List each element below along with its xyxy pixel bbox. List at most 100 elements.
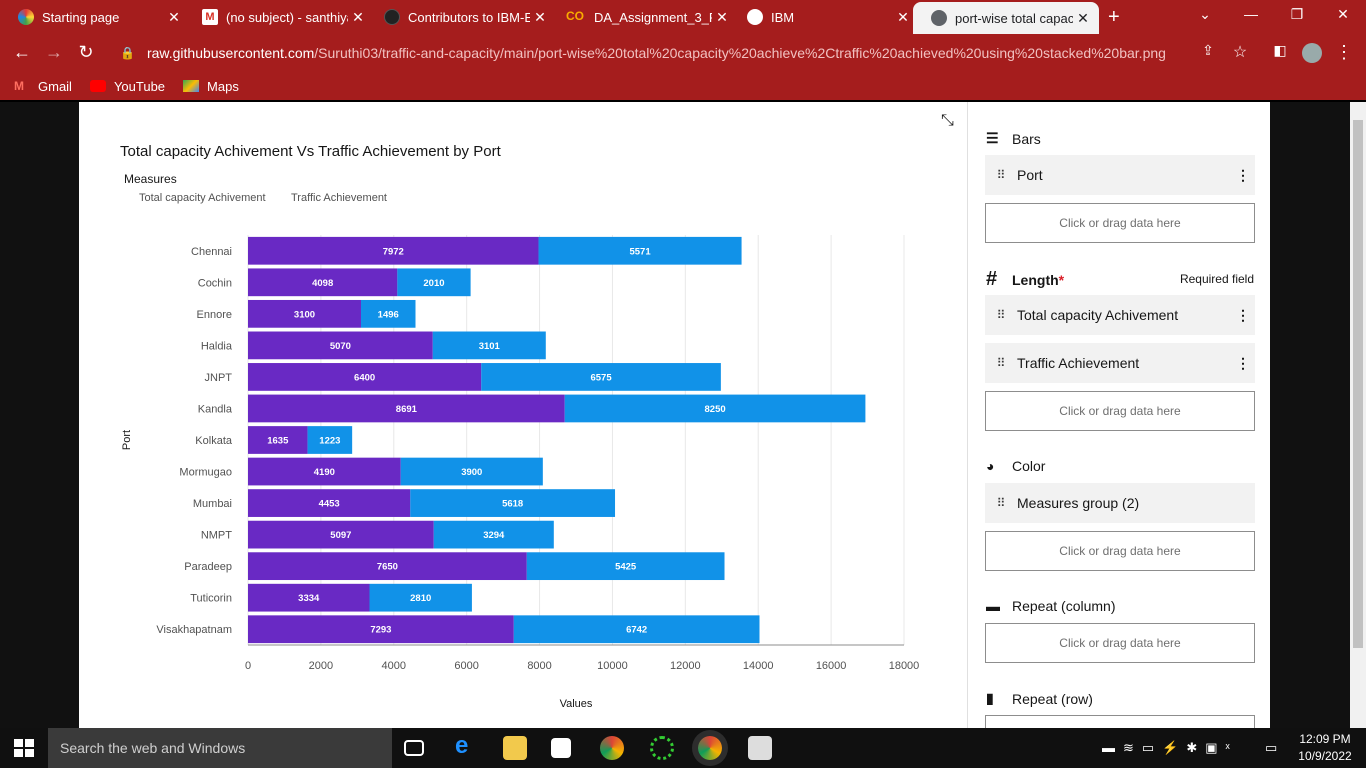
x-tick-label: 8000 [527,660,551,672]
bookmark-gmail[interactable]: M Gmail [14,79,72,94]
length-drop-zone[interactable]: Click or drag data here [985,391,1255,431]
y-tick-label: Tuticorin [190,593,232,605]
globe-icon [931,10,947,26]
back-arrow-icon[interactable]: ← [10,42,34,63]
data-label: 8691 [396,404,418,415]
data-label: 2810 [410,593,431,604]
tab-colab[interactable]: CO DA_Assignment_3_Pyt ✕ [548,0,738,34]
data-label: 3294 [483,530,505,541]
tab-search-icon[interactable]: ⌄ [1190,6,1220,23]
chrome-active-icon[interactable] [698,736,722,760]
y-tick-label: JNPT [205,372,233,384]
hash-icon: # [986,268,998,290]
new-tab-button[interactable]: + [1108,6,1120,29]
lock-icon: 🔒 [120,46,135,60]
data-label: 3100 [294,309,315,320]
spinner-app-icon[interactable] [650,736,674,760]
overflow-menu-icon[interactable]: ⋮ [1231,355,1255,372]
app-icon[interactable] [748,736,772,760]
restore-icon[interactable]: ❐ [1282,6,1312,23]
minimize-icon[interactable]: — [1236,6,1266,22]
length-item-capacity[interactable]: ⠿ Total capacity Achivement ⋮ [985,295,1255,335]
edge-icon[interactable]: e [455,732,479,759]
color-item-measures[interactable]: ⠿ Measures group (2) [985,483,1255,523]
bars-item-port[interactable]: ⠿ Port ⋮ [985,155,1255,195]
y-tick-label: Ennore [197,309,232,321]
page-content: ⤡ Total capacity Achivement Vs Traffic A… [0,102,1366,735]
palette-icon: ◕ [986,458,995,474]
share-icon[interactable]: ⇪ [1196,42,1220,59]
y-tick-label: Mumbai [193,498,232,510]
bar-chart: 0 2000 4000 6000 8000 10000 12000 14000 16000 180… [121,235,920,710]
data-label: 6400 [354,372,375,383]
repeat-row-icon: ▮ [986,690,994,706]
language-icon[interactable]: ▭ [1265,740,1277,756]
data-label: 1635 [267,436,289,447]
x-tick-label: 16000 [816,660,847,672]
chart-config-panel: ☰ Bars ⠿ Port ⋮ Click or drag data here … [967,102,1270,735]
x-tick-label: 4000 [382,660,406,672]
data-label: 4098 [312,278,333,289]
avatar[interactable] [1302,43,1322,63]
rainbow-icon [18,9,34,25]
color-section-header: ◕ Color [986,458,1046,474]
data-label: 1496 [378,309,399,320]
close-tab-icon[interactable]: ✕ [164,9,184,26]
tab-github[interactable]: Contributors to IBM-E ✕ [366,0,556,34]
chrome-icon[interactable] [600,736,624,760]
address-bar[interactable]: 🔒 raw.githubusercontent.com/Suruthi03/tr… [110,39,1260,67]
bookmark-star-icon[interactable]: ☆ [1228,42,1252,62]
length-item-traffic[interactable]: ⠿ Traffic Achievement ⋮ [985,343,1255,383]
task-view-icon[interactable] [404,740,424,756]
data-label: 6742 [626,625,647,636]
data-label: 5425 [615,562,637,573]
forward-arrow-icon[interactable]: → [42,42,66,63]
close-window-icon[interactable]: ✕ [1328,6,1358,23]
length-section-header: # Length * [986,268,1065,290]
bookmark-youtube[interactable]: YouTube [89,79,165,94]
youtube-icon [89,80,106,92]
page-scrollbar[interactable] [1350,102,1366,728]
x-tick-label: 12000 [670,660,701,672]
bookmark-maps[interactable]: Maps [183,79,239,94]
data-label: 5618 [502,499,523,510]
tab-port-wise[interactable]: port-wise total capacit ✕ [913,2,1099,34]
drag-handle-icon[interactable]: ⠿ [985,496,1017,510]
drag-handle-icon[interactable]: ⠿ [985,356,1017,370]
colab-icon: CO [566,9,584,23]
reload-icon[interactable]: ↻ [74,42,98,63]
repeat-column-header: ▬ Repeat (column) [986,598,1116,614]
y-tick-label: Mormugao [179,467,232,479]
drag-handle-icon[interactable]: ⠿ [985,308,1017,322]
tab-ibm[interactable]: IBM ✕ [729,0,919,34]
tab-starting-page[interactable]: Starting page ✕ [0,0,190,34]
repeat-column-drop-zone[interactable]: Click or drag data here [985,623,1255,663]
y-axis-title: Port [121,430,133,450]
browser-toolbar: ← → ↻ 🔒 raw.githubusercontent.com/Suruth… [0,34,1366,72]
tab-gmail[interactable]: M (no subject) - santhiya ✕ [184,0,374,34]
menu-kebab-icon[interactable]: ⋮ [1332,42,1356,63]
taskbar-search-input[interactable]: Search the web and Windows [48,728,392,768]
y-tick-label: Chennai [191,246,232,258]
system-tray-icons[interactable]: ▬≋▭⚡✱▣ˣ [1102,740,1238,756]
windows-start-icon[interactable] [14,739,34,757]
close-tab-icon[interactable]: ✕ [348,9,368,26]
overflow-menu-icon[interactable]: ⋮ [1231,167,1255,184]
drag-handle-icon[interactable]: ⠿ [985,168,1017,182]
x-tick-label: 18000 [889,660,920,672]
taskbar-clock[interactable]: 12:09 PM 10/9/2022 [1290,731,1360,765]
maps-icon [183,80,200,92]
close-tab-icon[interactable]: ✕ [1073,10,1093,27]
close-tab-icon[interactable]: ✕ [893,9,913,26]
data-label: 2010 [423,278,444,289]
store-icon[interactable] [551,738,571,758]
color-drop-zone[interactable]: Click or drag data here [985,531,1255,571]
gmail-icon: M [14,79,24,93]
side-panel-icon[interactable]: ◧ [1268,42,1292,59]
overflow-menu-icon[interactable]: ⋮ [1231,307,1255,324]
file-explorer-icon[interactable] [503,736,527,760]
bars-drop-zone[interactable]: Click or drag data here [985,203,1255,243]
close-tab-icon[interactable]: ✕ [530,9,550,26]
scrollbar-thumb[interactable] [1353,120,1363,648]
windows-taskbar: Search the web and Windows e ▬≋▭⚡✱▣ˣ ▭ 1… [0,728,1366,768]
